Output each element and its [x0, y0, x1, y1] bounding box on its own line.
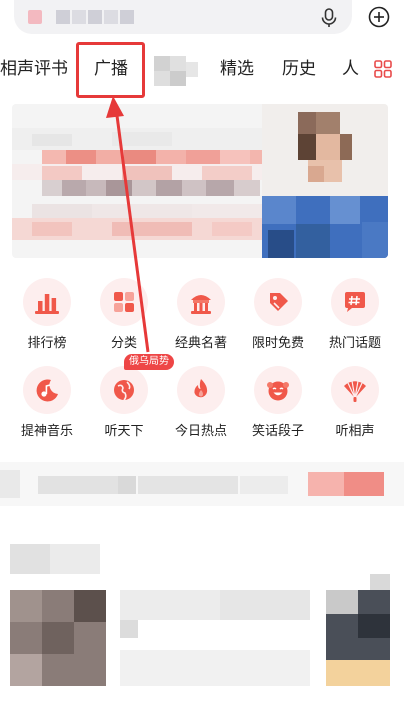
category-label: 热门话题 [328, 336, 381, 351]
content-card-2-pixel [326, 590, 358, 614]
tab-people[interactable]: 人 [342, 58, 359, 80]
tab-featured[interactable]: 精选 [220, 58, 254, 80]
search-placeholder-blurred [56, 10, 134, 24]
category-grid-icon [100, 278, 148, 326]
content-card-text-blurred-3 [120, 620, 138, 638]
content-card-text-blurred-2 [220, 590, 310, 620]
tab-crosstalk[interactable]: 相声评书 [0, 58, 68, 80]
tab-history[interactable]: 历史 [282, 58, 316, 80]
category-tabs: 相声评书 广播 精选 历史 人 [0, 48, 404, 94]
classic-building-icon [177, 278, 225, 326]
content-card-2-pixel [358, 614, 390, 638]
content-card-text-blurred[interactable] [120, 590, 220, 620]
category-hot-topics[interactable]: 热门话题 [316, 278, 394, 352]
section-title-blurred [10, 544, 50, 574]
music-moon-icon [23, 366, 71, 414]
microphone-icon[interactable] [320, 8, 338, 28]
laughing-face-icon [254, 366, 302, 414]
ranking-bars-icon [23, 278, 71, 326]
category-jokes[interactable]: 笑话段子 [239, 366, 317, 440]
section-title-blurred-2 [50, 544, 100, 574]
promo-banner[interactable] [12, 104, 388, 258]
add-circle-icon[interactable] [368, 6, 390, 28]
category-label: 提神音乐 [20, 424, 73, 439]
hashtag-bubble-icon [331, 278, 379, 326]
search-bar[interactable] [14, 0, 352, 34]
content-card-1-pixel [10, 590, 42, 622]
content-card-text-blurred-4 [120, 650, 310, 686]
category-label: 经典名著 [174, 336, 227, 351]
folding-fan-icon [331, 366, 379, 414]
category-classification[interactable]: 分类 [85, 278, 163, 352]
category-classics[interactable]: 经典名著 [162, 278, 240, 352]
flame-icon [177, 366, 225, 414]
category-label: 听天下 [104, 424, 144, 439]
content-card-2-pixel [326, 660, 390, 686]
content-card-1-pixel [10, 654, 42, 686]
search-brand-mark [28, 10, 42, 24]
trending-badge: 俄乌局势 [124, 354, 174, 370]
tab-blurred[interactable] [154, 56, 200, 86]
category-today-hot[interactable]: 今日热点 [162, 366, 240, 440]
category-label: 排行榜 [27, 336, 67, 351]
category-label: 今日热点 [174, 424, 227, 439]
more-grid-icon[interactable] [374, 60, 392, 78]
content-card-1-pixel [74, 590, 106, 622]
category-refresh-music[interactable]: 提神音乐 [8, 366, 86, 440]
category-limited-free[interactable]: 限时免费 [239, 278, 317, 352]
category-world-news[interactable]: 听天下 [85, 366, 163, 440]
price-tag-icon [254, 278, 302, 326]
category-label: 分类 [110, 336, 137, 351]
content-card-1-pixel [42, 622, 74, 654]
category-label: 听相声 [335, 424, 375, 439]
recommend-strip-blurred[interactable] [0, 462, 404, 506]
category-label: 限时免费 [251, 336, 304, 351]
category-ranking[interactable]: 排行榜 [8, 278, 86, 352]
category-crosstalk[interactable]: 听相声 [316, 366, 394, 440]
globe-icon [100, 366, 148, 414]
radio-tab-highlight [76, 42, 145, 98]
category-label: 笑话段子 [251, 424, 304, 439]
